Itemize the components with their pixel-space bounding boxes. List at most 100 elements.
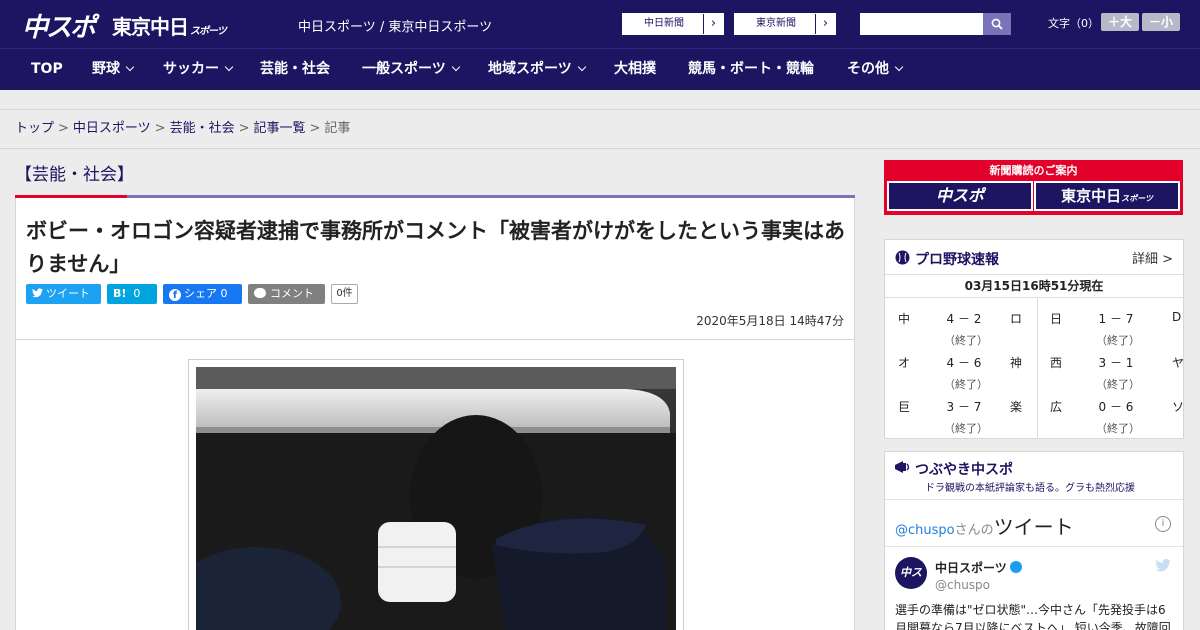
nav-item-baseball[interactable]: 野球: [92, 49, 135, 91]
twitter-icon: [32, 288, 43, 298]
tokyo-chunichi-logo[interactable]: 東京中日 スポーツ: [112, 11, 227, 40]
tweet-button[interactable]: ツイート: [26, 284, 101, 304]
article-date: 2020年5月18日 14時47分: [696, 314, 844, 328]
breadcrumb: トップ > 中日スポーツ > 芸能・社会 > 記事一覧 > 記事: [0, 111, 1200, 149]
home-team: 日: [1050, 312, 1063, 326]
font-size-increase-button[interactable]: ＋大: [1101, 13, 1139, 31]
paper-button-label: 中日新聞: [644, 18, 684, 29]
breadcrumb-link-entertainment[interactable]: 芸能・社会: [170, 121, 235, 136]
top-header: 中スポ 東京中日 スポーツ 中日スポーツ / 東京中日スポーツ 中日新聞 › 東京…: [0, 0, 1200, 48]
nav-item-top[interactable]: TOP: [31, 49, 63, 91]
article-category[interactable]: 【芸能・社会】: [15, 160, 134, 185]
game-score[interactable]: 中 4 － 2 ロ （終了）: [898, 310, 1038, 354]
twitter-widget: つぶやき中スポ ドラ観戦の本紙評論家も語る。グラも熱烈応援 @chuspoさんの…: [884, 451, 1184, 630]
game-score[interactable]: 西 3 － 1 ヤ （終了）: [1050, 354, 1190, 398]
chevron-down-icon: [125, 62, 135, 72]
info-icon[interactable]: i: [1155, 516, 1171, 532]
main-nav: TOP 野球 サッカー 芸能・社会 一般スポーツ 地域スポーツ 大相撲 競馬・ボ…: [0, 48, 1200, 90]
nav-label: TOP: [31, 61, 63, 77]
tweet-widget-title: つぶやき中スポ: [915, 462, 1013, 478]
article-photo[interactable]: [188, 359, 684, 630]
fb-share-label: シェア: [184, 287, 217, 300]
away-team: ソ: [1172, 400, 1185, 414]
search-button[interactable]: [983, 13, 1011, 35]
breadcrumb-separator: >: [154, 121, 166, 136]
chuspo-logo[interactable]: 中スポ: [22, 7, 96, 44]
home-team: 中: [898, 312, 911, 326]
nav-item-other[interactable]: その他: [847, 49, 904, 91]
baseball-updated-time: 03月15日16時51分現在: [885, 274, 1183, 298]
chevron-down-icon: [224, 62, 234, 72]
search-input[interactable]: [860, 13, 984, 35]
baseball-scores-panel: プロ野球速報 詳細 > 03月15日16時51分現在 中 4 － 2 ロ （終了） 日…: [884, 239, 1184, 439]
away-team: D: [1172, 310, 1182, 324]
hatena-count: 0: [133, 287, 141, 300]
breadcrumb-link-article-list[interactable]: 記事一覧: [254, 121, 306, 136]
home-team: 巨: [898, 400, 911, 414]
chunichi-shimbun-button[interactable]: 中日新聞 ›: [622, 13, 724, 35]
facebook-share-button[interactable]: f シェア 0: [163, 284, 242, 304]
breadcrumb-separator: >: [309, 121, 321, 136]
avatar[interactable]: 中スポ: [895, 557, 927, 611]
breadcrumb-separator: >: [58, 121, 69, 136]
tweet-author-name[interactable]: 中日スポーツ: [935, 559, 1022, 576]
nav-label: 一般スポーツ: [362, 61, 446, 77]
hatena-icon: B!: [113, 287, 127, 300]
megaphone-icon: [895, 461, 910, 473]
nav-label: 野球: [92, 61, 120, 77]
tweet-widget-subtitle: ドラ観戦の本紙評論家も語る。グラも熱烈応援: [925, 483, 1135, 494]
away-team: ヤ: [1172, 356, 1185, 370]
verified-badge-icon: [1009, 561, 1022, 573]
nav-label: 大相撲: [614, 61, 656, 77]
article-title: ボビー・オロゴン容疑者逮捕で事務所がコメント「被害者がけがをしたという事実はあり…: [26, 219, 845, 276]
subscription-banner[interactable]: 新聞購読のご案内 中スポ 東京中日スポーツ: [884, 160, 1183, 215]
away-team: ロ: [1010, 312, 1023, 326]
nav-item-entertainment[interactable]: 芸能・社会: [260, 49, 330, 91]
subscribe-chuspo-button[interactable]: 中スポ: [887, 181, 1033, 211]
nav-item-general-sports[interactable]: 一般スポーツ: [362, 49, 460, 91]
baseball-icon: [895, 250, 910, 265]
nav-item-racing[interactable]: 競馬・ボート・競輪: [688, 49, 814, 91]
game-score[interactable]: 日 1 － 7 D （終了）: [1050, 310, 1190, 354]
breadcrumb-link-top[interactable]: トップ: [15, 121, 54, 136]
score: 1 － 7: [1098, 312, 1134, 326]
nav-label: サッカー: [163, 61, 219, 77]
tweet-label: ツイート: [46, 287, 90, 300]
game-score[interactable]: 広 0 － 6 ソ （終了）: [1050, 398, 1190, 442]
score: 3 － 7: [946, 400, 982, 414]
timeline-handle[interactable]: @chuspo: [895, 523, 955, 538]
home-team: オ: [898, 356, 911, 370]
game-score[interactable]: 巨 3 － 7 楽 （終了）: [898, 398, 1038, 442]
paper-button-label: 東京新聞: [756, 18, 796, 29]
subscribe-tokyo-label: 東京中日: [1061, 187, 1122, 205]
game-score[interactable]: オ 4 － 6 神 （終了）: [898, 354, 1038, 398]
twitter-bird-icon[interactable]: [1155, 558, 1171, 576]
tweet-author-handle[interactable]: @chuspo: [935, 578, 990, 592]
tweet-text: 選手の準備は"ゼロ状態"…今中さん「先発投手は6月開幕なら7月以降にベストへ」 …: [895, 603, 1171, 630]
font-size-decrease-button[interactable]: －小: [1142, 13, 1180, 31]
font-size-label: 文字（0）: [1048, 17, 1099, 30]
score: 3 － 1: [1098, 356, 1134, 370]
timeline-heading: ツイート: [993, 515, 1074, 539]
subscribe-tokyo-chunichi-button[interactable]: 東京中日スポーツ: [1034, 181, 1180, 211]
comment-count: 0件: [331, 284, 358, 304]
timeline-handle-suffix: さんの: [954, 523, 994, 538]
article-header: ボビー・オロゴン容疑者逮捕で事務所がコメント「被害者がけがをしたという事実はあり…: [15, 198, 855, 340]
subscribe-tokyo-sub: スポーツ: [1121, 194, 1153, 203]
tweet-timeline: @chuspoさんのツイート i 中スポ 中日スポーツ @chuspo 選手の準…: [885, 499, 1183, 630]
article-body: [15, 340, 855, 630]
nav-item-sumo[interactable]: 大相撲: [614, 49, 656, 91]
chevron-right-icon: ›: [703, 14, 723, 34]
comment-button[interactable]: コメント: [248, 284, 325, 304]
speech-bubble-icon: [254, 288, 266, 298]
nav-item-local-sports[interactable]: 地域スポーツ: [488, 49, 586, 91]
score: 4 － 2: [946, 312, 982, 326]
nav-item-soccer[interactable]: サッカー: [163, 49, 234, 91]
chevron-down-icon: [451, 62, 460, 72]
away-team: 神: [1010, 356, 1023, 370]
baseball-details-link[interactable]: 詳細 >: [1132, 248, 1173, 267]
hatena-bookmark-button[interactable]: B! 0: [107, 284, 157, 304]
tokyo-shimbun-button[interactable]: 東京新聞 ›: [734, 13, 836, 35]
tweet-card[interactable]: 中スポ 中日スポーツ @chuspo 選手の準備は"ゼロ状態"…今中さん「先発投…: [885, 546, 1183, 630]
breadcrumb-link-chunichi-sports[interactable]: 中日スポーツ: [73, 121, 151, 136]
